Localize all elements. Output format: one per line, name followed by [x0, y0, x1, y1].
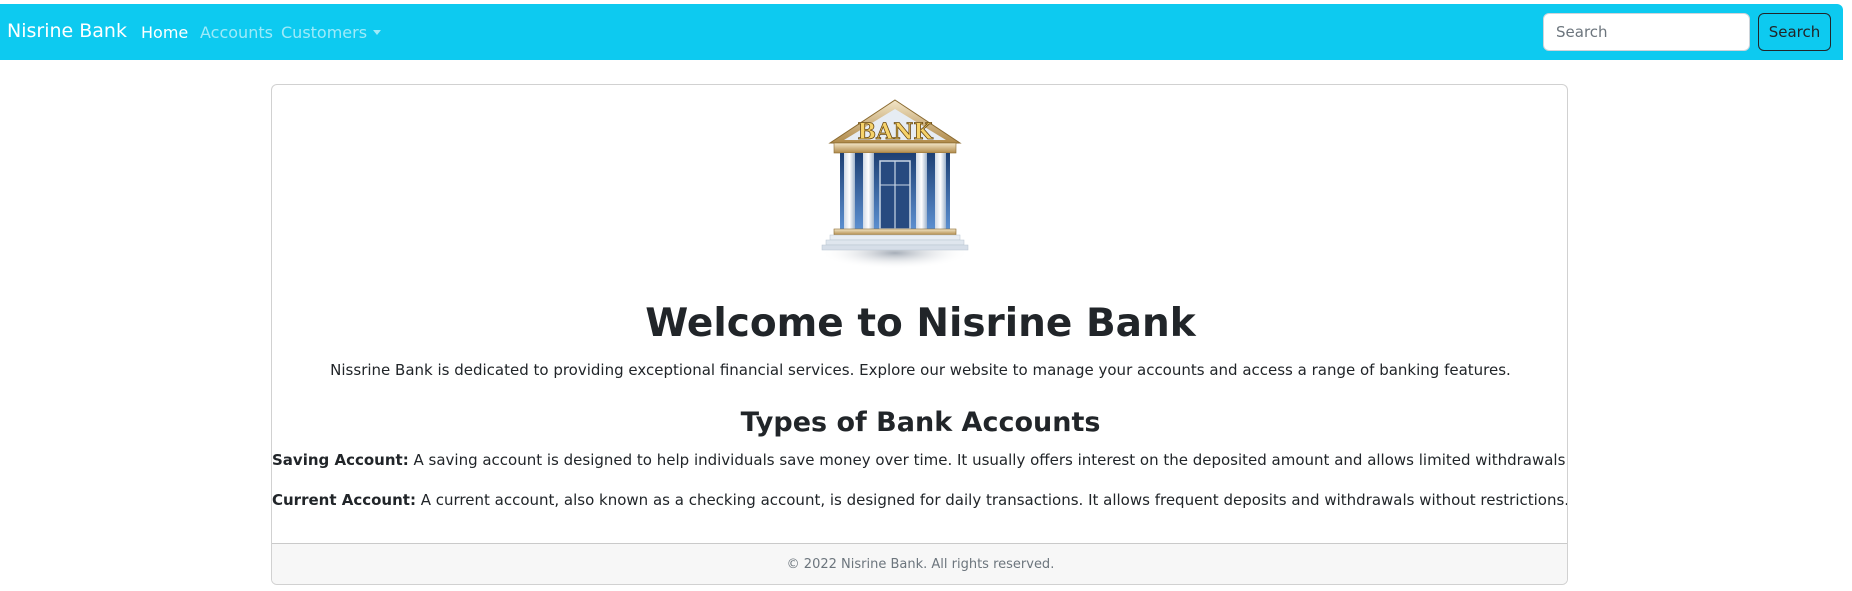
current-account-label: Current Account:	[272, 491, 416, 509]
search-button[interactable]: Search	[1758, 13, 1831, 51]
saving-account-description: Saving Account: A saving account is desi…	[272, 451, 1568, 469]
nav-customers-label: Customers	[281, 23, 368, 42]
intro-text: Nissrine Bank is dedicated to providing …	[330, 361, 1511, 379]
nav-accounts[interactable]: Accounts	[200, 23, 273, 42]
navbar: Nisrine Bank Home Accounts Customers Sea…	[0, 4, 1843, 60]
saving-account-label: Saving Account:	[272, 451, 409, 469]
nav-customers-dropdown[interactable]: Customers	[281, 23, 382, 42]
card-footer: © 2022 Nisrine Bank. All rights reserved…	[272, 543, 1567, 584]
account-types-title: Types of Bank Accounts	[740, 407, 1101, 438]
search-input[interactable]	[1543, 13, 1750, 51]
svg-text:BANK: BANK	[858, 119, 934, 145]
current-account-description: Current Account: A current account, also…	[272, 491, 1568, 509]
nav-home[interactable]: Home	[141, 23, 188, 42]
saving-account-text: A saving account is designed to help ind…	[408, 451, 1568, 469]
page-title: Welcome to Nisrine Bank	[645, 301, 1196, 346]
bank-building-icon: BANK	[820, 99, 970, 269]
caret-down-icon	[373, 30, 382, 35]
main-card: BANK Welcome to Nisrine Bank Nissrine Ba…	[271, 84, 1568, 585]
current-account-text: A current account, also known as a check…	[415, 491, 1568, 509]
brand-link[interactable]: Nisrine Bank	[7, 20, 127, 42]
